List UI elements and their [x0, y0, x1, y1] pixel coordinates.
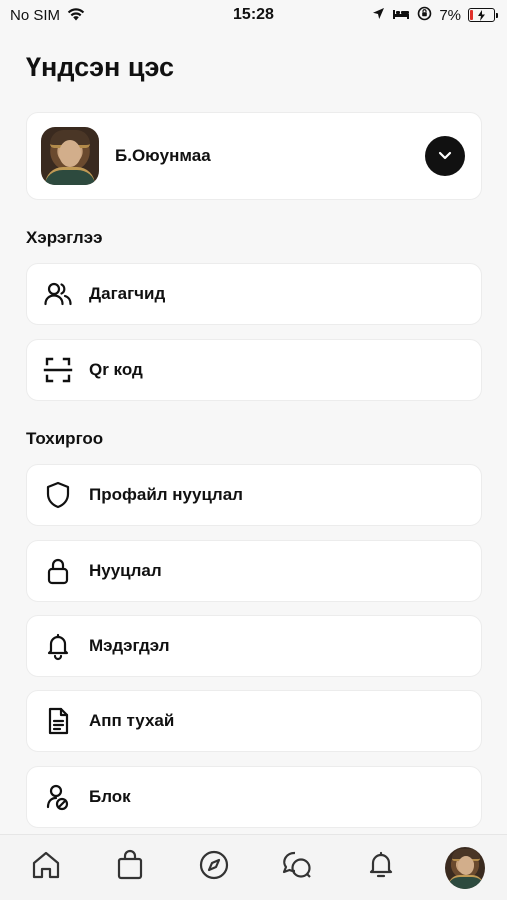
- menu-item-block[interactable]: Блок: [26, 766, 482, 828]
- wifi-icon: [66, 6, 86, 25]
- shield-icon: [43, 480, 73, 510]
- lock-icon: [43, 556, 73, 586]
- carrier-label: No SIM: [10, 6, 61, 24]
- menu-item-notifications[interactable]: Мэдэгдэл: [26, 615, 482, 677]
- profile-card[interactable]: Б.Оюунмаа: [26, 112, 482, 200]
- menu-item-profile-privacy[interactable]: Профайл нууцлал: [26, 464, 482, 526]
- profile-avatar: [41, 127, 99, 185]
- section-title-tools: Хэрэглээ: [26, 228, 103, 247]
- location-arrow-icon: [372, 7, 385, 24]
- status-bar: No SIM 15:28 7%: [0, 0, 507, 30]
- menu-item-qr-code[interactable]: Qr код: [26, 339, 482, 401]
- menu-item-label: Мэдэгдэл: [89, 636, 170, 655]
- chat-icon: [281, 849, 313, 886]
- menu-item-label: Нууцлал: [89, 561, 162, 580]
- tab-chat[interactable]: [277, 848, 317, 888]
- section-title-settings: Тохиргоо: [26, 429, 104, 448]
- status-left: No SIM: [10, 6, 86, 25]
- chevron-down-icon: [438, 147, 452, 165]
- users-icon: [43, 279, 73, 309]
- status-right: 7%: [372, 6, 498, 25]
- menu-item-privacy[interactable]: Нууцлал: [26, 540, 482, 602]
- orientation-lock-icon: [417, 6, 432, 25]
- account-switch-button[interactable]: [425, 136, 465, 176]
- tab-profile[interactable]: [444, 846, 485, 889]
- bed-icon: [392, 7, 410, 24]
- menu-item-followers[interactable]: Дагагчид: [26, 263, 482, 325]
- menu-item-about-app[interactable]: Апп тухай: [26, 690, 482, 752]
- compass-icon: [198, 849, 230, 886]
- bell-icon: [43, 631, 73, 661]
- profile-avatar: [444, 846, 485, 889]
- bottom-tab-bar: [0, 834, 507, 900]
- battery-icon: [468, 8, 498, 22]
- menu-item-label: Qr код: [89, 360, 143, 379]
- tab-notifications[interactable]: [361, 848, 401, 888]
- qr-scan-icon: [43, 355, 73, 385]
- menu-item-label: Дагагчид: [89, 284, 166, 303]
- document-icon: [43, 706, 73, 736]
- menu-item-label: Профайл нууцлал: [89, 485, 243, 504]
- profile-name: Б.Оюунмаа: [115, 146, 211, 165]
- menu-item-label: Апп тухай: [89, 711, 175, 730]
- page-title: Үндсэн цэс: [26, 52, 175, 82]
- bell-icon: [365, 849, 397, 886]
- tab-home[interactable]: [26, 848, 66, 888]
- tab-explore[interactable]: [194, 848, 234, 888]
- tab-shop[interactable]: [110, 848, 150, 888]
- shopping-bag-icon: [114, 849, 146, 886]
- home-icon: [30, 849, 62, 886]
- battery-percent: 7%: [439, 6, 461, 24]
- user-block-icon: [43, 782, 73, 812]
- menu-item-label: Блок: [89, 787, 131, 806]
